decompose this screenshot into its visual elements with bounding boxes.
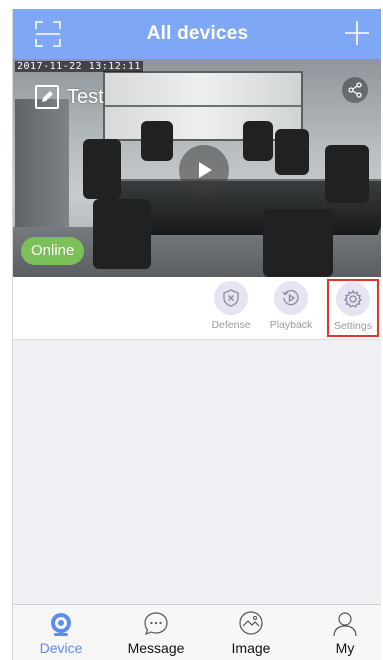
message-icon — [144, 612, 168, 636]
device-actions: Defense Playback Settings — [13, 277, 381, 340]
device-name: Test — [67, 85, 104, 108]
playback-button[interactable]: Playback — [266, 281, 316, 337]
tab-device-label: Device — [39, 640, 83, 656]
camera-preview[interactable]: 2017-11-22 13:12:11 Test Online — [13, 59, 381, 277]
playback-label: Playback — [269, 319, 313, 331]
tab-image[interactable]: Image — [211, 611, 291, 660]
play-button[interactable] — [179, 145, 229, 195]
camera-icon — [51, 613, 71, 636]
settings-button[interactable]: Settings — [327, 279, 379, 337]
share-icon[interactable] — [342, 77, 368, 103]
defense-label: Defense — [211, 319, 251, 331]
tab-message-label: Message — [127, 640, 185, 656]
gear-icon — [343, 289, 363, 308]
shield-icon — [223, 289, 239, 307]
edit-icon[interactable] — [35, 85, 59, 109]
tab-image-label: Image — [231, 640, 271, 656]
settings-label: Settings — [334, 320, 372, 332]
scan-icon[interactable] — [34, 20, 62, 48]
plus-icon[interactable] — [344, 20, 370, 46]
tab-my-label: My — [335, 640, 355, 656]
defense-button[interactable]: Defense — [206, 281, 256, 337]
tab-message[interactable]: Message — [116, 611, 196, 660]
user-icon — [333, 612, 357, 637]
bottom-tab-bar: Device Message Image My — [13, 604, 381, 660]
image-icon — [239, 611, 263, 635]
page-title: All devices — [146, 23, 249, 44]
tab-my[interactable]: My — [305, 611, 381, 660]
video-timestamp: 2017-11-22 13:12:11 — [15, 61, 143, 72]
playback-icon — [282, 290, 299, 306]
header-bar: All devices — [13, 9, 381, 59]
tab-device[interactable]: Device — [21, 611, 101, 660]
play-icon — [199, 162, 212, 178]
device-name-row: Test — [35, 85, 104, 109]
app-screen: All devices 2017-11-22 13:12:11 Test Onl… — [12, 9, 381, 660]
status-badge: Online — [21, 237, 85, 265]
